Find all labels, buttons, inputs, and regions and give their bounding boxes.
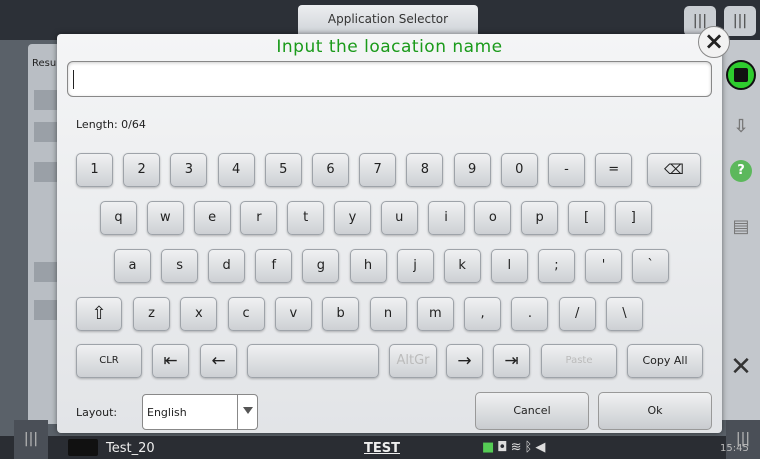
key-row2-6[interactable]: u [380, 201, 418, 235]
location-name-input[interactable] [67, 61, 712, 97]
backspace-key[interactable]: ⌫ [647, 153, 701, 187]
clear-key[interactable]: CLR [76, 344, 142, 378]
test-name: Test_20 [106, 441, 155, 456]
key-row1-7[interactable]: 8 [406, 153, 444, 187]
results-panel-label: Resu [32, 58, 57, 69]
key-row3-1[interactable]: s [161, 249, 199, 283]
stop-icon [734, 68, 748, 82]
select-divider [237, 395, 238, 429]
chevron-down-icon[interactable] [243, 407, 253, 414]
key-row4-1[interactable]: x [180, 297, 218, 331]
key-row2-5[interactable]: y [334, 201, 371, 235]
key-row4-9[interactable]: / [558, 297, 596, 331]
cancel-button[interactable]: Cancel [475, 392, 589, 430]
clock: 15:45 [720, 443, 749, 454]
right-arrow-key[interactable]: → [446, 344, 483, 378]
text-caret [73, 70, 74, 89]
key-row3-5[interactable]: h [349, 249, 387, 283]
key-row2-10[interactable]: [ [568, 201, 605, 235]
key-row3-4[interactable]: g [302, 249, 340, 283]
key-row2-2[interactable]: e [193, 201, 231, 235]
screen-icon: ◘ [497, 440, 511, 455]
key-row1-9[interactable]: 0 [500, 153, 538, 187]
volume-icon: ◀ [535, 440, 549, 455]
status-icons: ■◘≋ᛒ◀ [482, 440, 548, 455]
key-row1-10[interactable]: - [548, 153, 585, 187]
input-dialog: Input the loacation name Length: 0/64 12… [57, 34, 722, 433]
key-row4-4[interactable]: b [322, 297, 360, 331]
key-row1-6[interactable]: 7 [359, 153, 397, 187]
key-row1-8[interactable]: 9 [453, 153, 491, 187]
save-icon[interactable]: ⇩ [726, 112, 756, 142]
stop-record-button[interactable] [726, 60, 756, 90]
altgr-key[interactable]: AltGr [389, 344, 437, 378]
key-row3-9[interactable]: ; [537, 249, 575, 283]
key-row1-0[interactable]: 1 [76, 153, 113, 187]
key-row4-3[interactable]: v [274, 297, 312, 331]
key-row2-0[interactable]: q [100, 201, 137, 235]
end-arrow-key[interactable]: ⇥ [493, 344, 530, 378]
length-counter: Length: 0/64 [76, 118, 146, 131]
paste-button[interactable]: Paste [541, 344, 617, 378]
key-row3-10[interactable]: ' [585, 249, 622, 283]
layout-label: Layout: [76, 406, 118, 419]
key-row4-10[interactable]: \ [606, 297, 643, 331]
panel-tab-2[interactable]: ||| [724, 6, 756, 36]
wifi-icon: ≋ [510, 440, 525, 455]
key-row1-1[interactable]: 2 [123, 153, 161, 187]
dialog-title: Input the loacation name [276, 37, 503, 57]
layout-selected-value: English [147, 406, 187, 419]
layout-select[interactable]: English [142, 394, 258, 430]
key-row3-11[interactable]: ` [632, 249, 670, 283]
key-row2-7[interactable]: i [427, 201, 465, 235]
key-row3-8[interactable]: l [490, 249, 528, 283]
key-row2-4[interactable]: t [287, 201, 325, 235]
key-row4-7[interactable]: , [464, 297, 502, 331]
key-row1-11[interactable]: = [595, 153, 633, 187]
key-row4-8[interactable]: . [511, 297, 549, 331]
left-menu-handle[interactable]: ||| [14, 420, 48, 459]
key-row2-11[interactable]: ] [614, 201, 652, 235]
home-arrow-key[interactable]: ⇤ [152, 344, 189, 378]
key-row1-3[interactable]: 4 [217, 153, 255, 187]
key-row3-2[interactable]: d [208, 249, 246, 283]
key-row4-6[interactable]: m [416, 297, 454, 331]
key-row1-5[interactable]: 6 [312, 153, 349, 187]
application-selector-tab[interactable]: Application Selector [298, 5, 478, 35]
shift-key[interactable]: ⇧ [76, 297, 122, 331]
key-row3-6[interactable]: j [396, 249, 434, 283]
plug-icon: ■ [482, 440, 498, 455]
key-row4-0[interactable]: z [133, 297, 170, 331]
key-row3-0[interactable]: a [114, 249, 151, 283]
key-row2-3[interactable]: r [240, 201, 278, 235]
space-key[interactable] [247, 344, 379, 378]
key-row4-2[interactable]: c [227, 297, 265, 331]
copy-all-button[interactable]: Copy All [627, 344, 703, 378]
bluetooth-icon: ᛒ [524, 440, 536, 455]
ok-button[interactable]: Ok [598, 392, 712, 430]
key-row2-9[interactable]: p [521, 201, 559, 235]
exit-icon[interactable]: ✕ [726, 352, 756, 382]
close-icon[interactable]: × [698, 26, 730, 58]
key-row4-5[interactable]: n [369, 297, 407, 331]
key-row2-1[interactable]: w [146, 201, 184, 235]
left-arrow-key[interactable]: ← [200, 344, 237, 378]
key-row3-3[interactable]: f [255, 249, 293, 283]
test-mode: TEST [364, 441, 400, 456]
brand-logo-icon [68, 439, 98, 456]
key-row1-2[interactable]: 3 [170, 153, 208, 187]
help-icon[interactable]: ? [730, 160, 752, 182]
key-row2-8[interactable]: o [474, 201, 512, 235]
key-row1-4[interactable]: 5 [264, 153, 302, 187]
key-row3-7[interactable]: k [443, 249, 481, 283]
report-icon[interactable]: ▤ [726, 212, 756, 242]
